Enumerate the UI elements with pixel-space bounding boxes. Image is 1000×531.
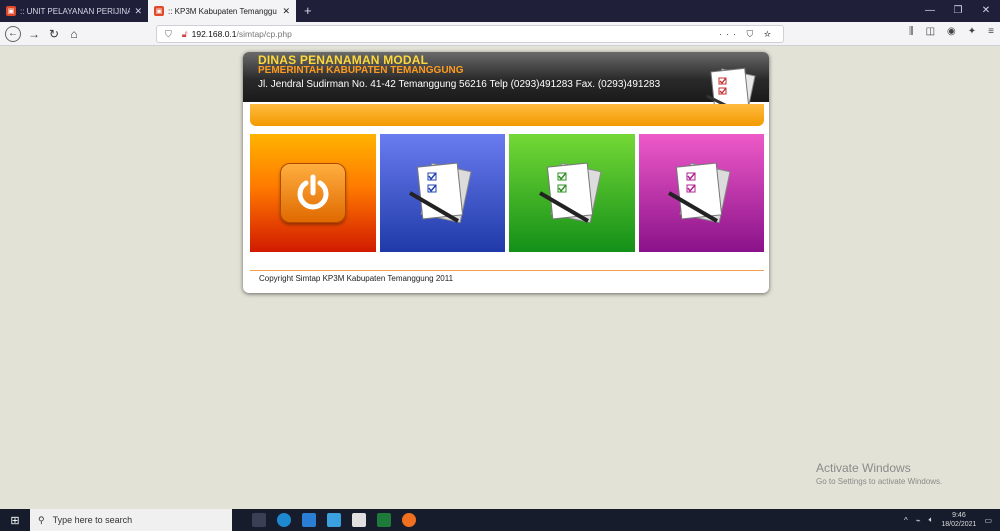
documents-icon (668, 162, 731, 224)
window-controls: — ❐ ✕ (916, 0, 1000, 22)
menu-tiles (250, 134, 764, 252)
url-path: /simtap/cp.php (236, 29, 292, 39)
windows-taskbar: ⊞ ⚲ Type here to search ^ ⌁ 🔈︎ 9:46 18/0… (0, 509, 1000, 531)
home-icon[interactable]: ⌂ (64, 27, 84, 41)
main-panel: DINAS PENANAMAN MODAL PEMERINTAH KABUPAT… (243, 52, 769, 293)
tab-label: :: UNIT PELAYANAN PERIJINAN (20, 6, 131, 16)
search-icon: ⚲ (38, 514, 45, 525)
tab-unit-pelayanan[interactable]: ▣ :: UNIT PELAYANAN PERIJINAN ✕ (0, 0, 148, 22)
taskbar-clock[interactable]: 9:46 18/02/2021 (941, 511, 976, 529)
edge-icon[interactable] (277, 513, 291, 527)
browser-navbar: ← → ↻ ⌂ ⛉ 🔓︎ 192.168.0.1 /simtap/cp.php … (0, 22, 1000, 46)
search-placeholder: Type here to search (52, 515, 133, 525)
documents-tile-magenta[interactable] (638, 134, 764, 252)
logout-tile[interactable] (250, 134, 376, 252)
reload-icon[interactable]: ↻ (44, 27, 64, 41)
activate-windows-watermark: Activate Windows Go to Settings to activ… (816, 461, 942, 486)
system-tray: ^ ⌁ 🔈︎ 9:46 18/02/2021 ▭ (904, 511, 1000, 529)
tray-arrow-icon[interactable]: ^ (904, 516, 908, 525)
network-icon[interactable]: ⌁ (916, 516, 921, 525)
task-view-icon[interactable] (252, 513, 266, 527)
volume-icon[interactable]: 🔈︎ (929, 515, 934, 525)
store-icon[interactable] (327, 513, 341, 527)
footer-divider (250, 270, 764, 271)
file-explorer-icon[interactable] (352, 513, 366, 527)
documents-icon (409, 162, 472, 224)
mail-icon[interactable] (302, 513, 316, 527)
firefox-icon[interactable] (402, 513, 416, 527)
government-title: PEMERINTAH KABUPATEN TEMANGGUNG (258, 65, 464, 76)
sidebar-icon[interactable]: ◫ (926, 26, 935, 37)
close-icon[interactable]: ✕ (972, 0, 1000, 22)
tab-label: :: KP3M Kabupaten Temanggu (168, 6, 277, 16)
extensions-icon[interactable]: ✦ (968, 26, 976, 37)
tab-close-icon[interactable]: ✕ (134, 6, 142, 17)
taskbar-search[interactable]: ⚲ Type here to search (30, 509, 232, 531)
menu-icon[interactable]: ≡ (988, 26, 994, 37)
watermark-title: Activate Windows (816, 461, 911, 475)
agency-address: Jl. Jendral Sudirman No. 41-42 Temanggun… (258, 79, 661, 90)
site-header: DINAS PENANAMAN MODAL PEMERINTAH KABUPAT… (243, 52, 769, 102)
notifications-icon[interactable]: ▭ (984, 516, 992, 525)
restore-icon[interactable]: ❐ (944, 0, 972, 22)
tab-close-icon[interactable]: ✕ (282, 6, 290, 17)
taskbar-apps (252, 513, 416, 527)
excel-icon[interactable] (377, 513, 391, 527)
watermark-subtitle: Go to Settings to activate Windows. (816, 477, 943, 486)
address-bar[interactable]: ⛉ 🔓︎ 192.168.0.1 /simtap/cp.php ··· ⛉ ☆ (156, 25, 784, 43)
minimize-icon[interactable]: — (916, 0, 944, 22)
forward-icon[interactable]: → (24, 27, 44, 41)
new-tab-icon[interactable]: + (296, 0, 320, 22)
documents-icon (538, 162, 602, 224)
site-favicon-icon: ▣ (6, 6, 16, 16)
account-icon[interactable]: ◉ (947, 26, 956, 37)
library-icon[interactable]: ⫼ (909, 26, 914, 37)
url-host: 192.168.0.1 (191, 29, 237, 39)
tracking-shield-icon[interactable]: ⛉ (165, 29, 172, 40)
tab-kp3m[interactable]: ▣ :: KP3M Kabupaten Temanggu ✕ (148, 0, 296, 22)
documents-tile-blue[interactable] (379, 134, 505, 252)
site-favicon-icon: ▣ (154, 6, 164, 16)
insecure-lock-icon[interactable]: 🔓︎ (182, 29, 188, 40)
documents-tile-green[interactable] (509, 134, 635, 252)
page-actions-icon[interactable]: ··· ⛉ ☆ (719, 29, 783, 40)
windows-start-icon[interactable]: ⊞ (0, 514, 30, 527)
copyright-text: Copyright Simtap KP3M Kabupaten Temanggu… (259, 274, 454, 283)
back-icon[interactable]: ← (5, 25, 21, 42)
orange-banner (250, 104, 764, 126)
clock-date: 18/02/2021 (941, 521, 977, 528)
power-icon (279, 163, 346, 223)
browser-tabstrip: ▣ :: UNIT PELAYANAN PERIJINAN ✕ ▣ :: KP3… (0, 0, 1000, 22)
clock-time: 9:46 (952, 512, 966, 519)
toolbar-right: ⫼ ◫ ◉ ✦ ≡ (909, 26, 994, 37)
